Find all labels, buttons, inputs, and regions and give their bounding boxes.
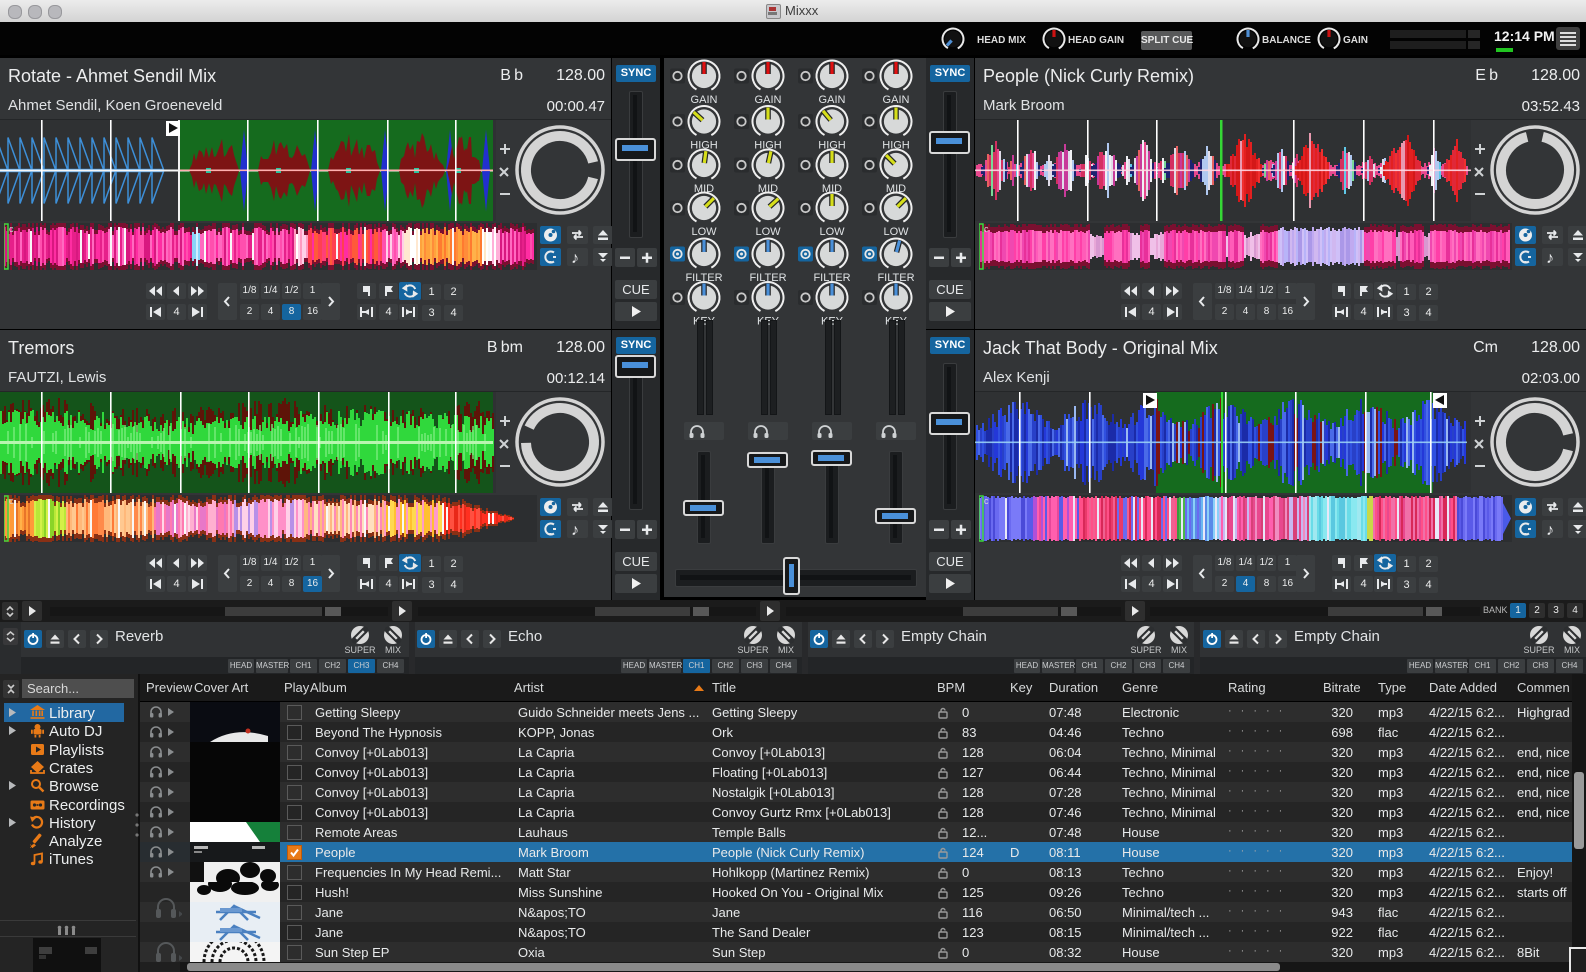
svg-text:HIGH: HIGH	[818, 140, 846, 152]
svg-text:c: c	[9, 496, 14, 506]
svg-text:LOW: LOW	[819, 226, 845, 238]
svg-text:c: c	[9, 224, 14, 234]
svg-text:MID: MID	[694, 183, 714, 195]
svg-text:GAIN: GAIN	[755, 94, 782, 106]
svg-text:♪: ♪	[1546, 250, 1554, 266]
svg-text:LOW: LOW	[883, 226, 909, 238]
svg-text:GAIN: GAIN	[883, 94, 910, 106]
svg-text:♪: ♪	[571, 250, 579, 266]
svg-text:FILTER: FILTER	[877, 272, 914, 284]
svg-text:FILTER: FILTER	[685, 272, 722, 284]
svg-text:MID: MID	[886, 183, 906, 195]
svg-text:GAIN: GAIN	[819, 94, 846, 106]
svg-text:HIGH: HIGH	[882, 140, 910, 152]
svg-text:LOW: LOW	[755, 226, 781, 238]
svg-text:HIGH: HIGH	[754, 140, 782, 152]
svg-text:LOW: LOW	[691, 226, 717, 238]
svg-text:x: x	[30, 844, 33, 848]
svg-text:c: c	[984, 496, 989, 506]
svg-text:GAIN: GAIN	[691, 94, 718, 106]
svg-text:c: c	[984, 224, 989, 234]
svg-text:MID: MID	[822, 183, 842, 195]
svg-text:FILTER: FILTER	[749, 272, 786, 284]
svg-text:FILTER: FILTER	[813, 272, 850, 284]
svg-text:HIGH: HIGH	[690, 140, 718, 152]
svg-text:♪: ♪	[1546, 522, 1554, 538]
svg-text:MID: MID	[758, 183, 778, 195]
svg-text:♪: ♪	[571, 522, 579, 538]
